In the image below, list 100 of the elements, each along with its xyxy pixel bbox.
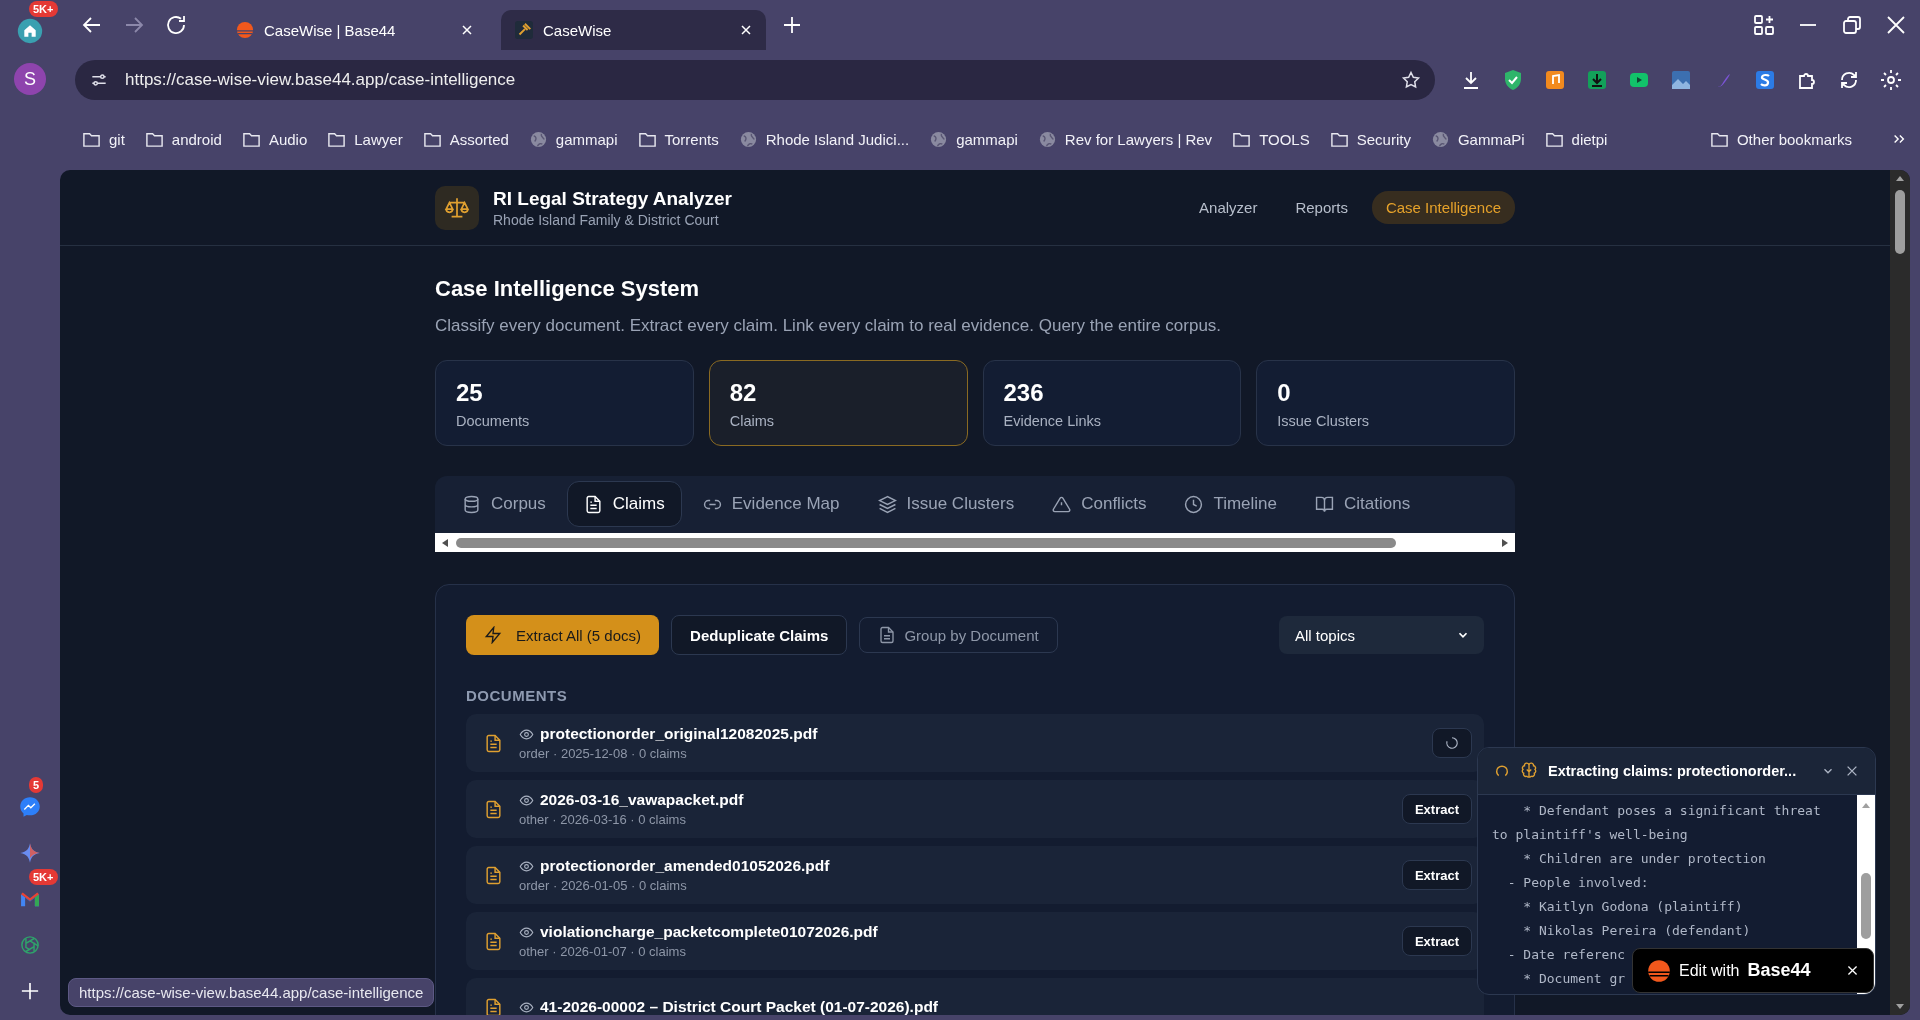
eye-icon[interactable] bbox=[519, 924, 534, 940]
tab-title: CaseWise bbox=[543, 21, 613, 39]
s-logo-icon[interactable] bbox=[1753, 68, 1777, 92]
globe-icon bbox=[929, 129, 949, 149]
browser-tab[interactable]: CaseWise bbox=[501, 10, 766, 50]
restore-icon[interactable] bbox=[1840, 13, 1864, 37]
bookmark[interactable]: gammapi bbox=[929, 129, 1018, 149]
spinner-icon bbox=[1494, 763, 1510, 779]
scroll-thumb[interactable] bbox=[1895, 190, 1905, 254]
scroll-thumb[interactable] bbox=[1861, 873, 1871, 939]
nav-link[interactable]: Case Intelligence bbox=[1371, 191, 1515, 224]
bookmark[interactable]: TOOLS bbox=[1232, 129, 1310, 149]
lightning-icon bbox=[484, 626, 502, 644]
bookmark[interactable]: Rev for Lawyers | Rev bbox=[1037, 129, 1213, 149]
stat-value: 25 bbox=[456, 379, 484, 407]
eye-icon[interactable] bbox=[519, 858, 534, 874]
extract-button[interactable]: Extract bbox=[1401, 860, 1472, 890]
edit-with-toast[interactable]: Edit with Base44 bbox=[1632, 948, 1874, 993]
eye-icon[interactable] bbox=[519, 792, 534, 808]
loading-button[interactable] bbox=[1432, 728, 1472, 758]
avatar[interactable]: S bbox=[14, 63, 46, 95]
bookmark[interactable]: dietpi bbox=[1544, 129, 1608, 149]
apps-icon[interactable] bbox=[1752, 13, 1776, 37]
app-subtitle: Rhode Island Family & District Court bbox=[493, 211, 720, 228]
bookmark[interactable]: GammaPi bbox=[1430, 129, 1525, 149]
tab-title: CaseWise | Base44 bbox=[264, 21, 397, 39]
stat-value: 0 bbox=[1277, 379, 1292, 407]
reload-icon[interactable] bbox=[164, 13, 188, 37]
close-icon[interactable] bbox=[1845, 764, 1859, 778]
stat-card[interactable]: 82 Claims bbox=[708, 360, 968, 446]
scroll-down-icon[interactable] bbox=[1895, 1001, 1905, 1011]
bookmark[interactable]: android bbox=[144, 129, 222, 149]
bookmark[interactable]: Rhode Island Judici... bbox=[738, 129, 910, 149]
database-icon bbox=[462, 494, 481, 514]
scroll-right-icon[interactable] bbox=[1500, 537, 1510, 548]
eye-icon[interactable] bbox=[519, 726, 534, 742]
topic-select[interactable]: All topics bbox=[1279, 616, 1484, 654]
bookmark[interactable]: gammapi bbox=[528, 129, 618, 149]
log-line: * Nikolas Pereira (defendant) bbox=[1522, 922, 1751, 940]
nav-link[interactable]: Analyzer bbox=[1185, 191, 1272, 224]
tab[interactable]: Corpus bbox=[445, 481, 563, 527]
document-icon bbox=[484, 865, 503, 885]
document-meta: other · 2026-01-07 · 0 claims bbox=[519, 944, 687, 959]
tab[interactable]: Claims bbox=[566, 481, 682, 527]
deduplicate-button[interactable]: Deduplicate Claims bbox=[671, 615, 848, 655]
eye-icon[interactable] bbox=[519, 999, 534, 1015]
bookmark[interactable]: Audio bbox=[241, 129, 308, 149]
document-row[interactable]: 41-2026-00002 – District Court Packet (01-07-2026).pdf bbox=[466, 978, 1484, 1015]
scroll-up-icon[interactable] bbox=[1861, 801, 1871, 811]
bookmark[interactable]: Torrents bbox=[637, 129, 719, 149]
chevrons-right-icon[interactable] bbox=[1892, 132, 1906, 146]
home-icon[interactable] bbox=[17, 18, 43, 44]
star-icon[interactable] bbox=[1401, 70, 1421, 90]
document-name: protectionorder_amended01052026.pdf bbox=[540, 857, 830, 875]
bookmark[interactable]: Security bbox=[1329, 129, 1411, 149]
sun-logo-icon bbox=[236, 21, 254, 39]
layers-icon bbox=[877, 494, 897, 514]
download-box-icon[interactable] bbox=[1585, 68, 1609, 92]
log-line: * Defendant poses a significant threat to plaintiff's well-being bbox=[1492, 802, 1822, 844]
tab[interactable]: Timeline bbox=[1167, 481, 1294, 527]
stat-card[interactable]: 236 Evidence Links bbox=[982, 360, 1242, 446]
document-meta: order · 2026-01-05 · 0 claims bbox=[519, 878, 688, 893]
settings-icon[interactable] bbox=[1879, 68, 1903, 92]
page-description: Classify every document. Extract every claim. Link every claim to real evidence. Query the entire corpus. bbox=[435, 316, 1223, 336]
badge-label: Edit with bbox=[1679, 961, 1740, 980]
group-by-button[interactable]: Group by Document bbox=[859, 617, 1058, 653]
bookmark[interactable]: git bbox=[82, 129, 125, 149]
notification-badge: 5K+ bbox=[29, 869, 58, 885]
gavel-icon bbox=[515, 21, 533, 39]
extract-button[interactable]: Extract bbox=[1401, 926, 1472, 956]
document-name: 41-2026-00002 – District Court Packet (01-07-2026).pdf bbox=[540, 998, 939, 1015]
extract-all-button[interactable]: Extract All (5 docs) bbox=[466, 615, 660, 655]
bookmark[interactable]: Assorted bbox=[422, 129, 509, 149]
scroll-up-icon[interactable] bbox=[1895, 174, 1905, 184]
tab[interactable]: Citations bbox=[1298, 481, 1428, 527]
status-url: https://case-wise-view.base44.app/case-intelligence bbox=[68, 978, 435, 1007]
other-bookmarks[interactable]: Other bookmarks bbox=[1709, 129, 1852, 149]
log-line: * Kaitlyn Godona (plaintiff) bbox=[1522, 898, 1743, 916]
document-icon bbox=[583, 494, 603, 514]
document-row[interactable]: protectionorder_original12082025.pdf order · 2025-12-08 · 0 claims bbox=[466, 714, 1484, 772]
stat-card[interactable]: 0 Issue Clusters bbox=[1256, 360, 1515, 446]
scroll-left-icon[interactable] bbox=[440, 537, 450, 548]
vertical-scrollbar[interactable] bbox=[1890, 170, 1910, 1015]
browser-tab[interactable]: CaseWise | Base44 bbox=[222, 10, 487, 50]
nav-link[interactable]: Reports bbox=[1281, 191, 1362, 224]
tab[interactable]: Issue Clusters bbox=[860, 481, 1032, 527]
address-bar[interactable]: https://case-wise-view.base44.app/case-intelligence bbox=[75, 60, 1435, 100]
log-line: * Document gr bbox=[1522, 970, 1626, 988]
stat-card[interactable]: 25 Documents bbox=[435, 360, 694, 446]
bookmark[interactable]: Lawyer bbox=[327, 129, 403, 149]
extract-button[interactable]: Extract bbox=[1401, 794, 1472, 824]
horizontal-scrollbar[interactable] bbox=[435, 533, 1515, 552]
picture-icon[interactable] bbox=[1669, 68, 1693, 92]
tab[interactable]: Conflicts bbox=[1035, 481, 1164, 527]
spinner-icon bbox=[1445, 734, 1459, 752]
tab[interactable]: Evidence Map bbox=[685, 481, 857, 527]
globe-icon bbox=[1430, 129, 1450, 149]
book-icon bbox=[1315, 494, 1334, 514]
log-line: - Date referenc bbox=[1506, 946, 1626, 964]
stat-label: Evidence Links bbox=[1003, 413, 1103, 429]
